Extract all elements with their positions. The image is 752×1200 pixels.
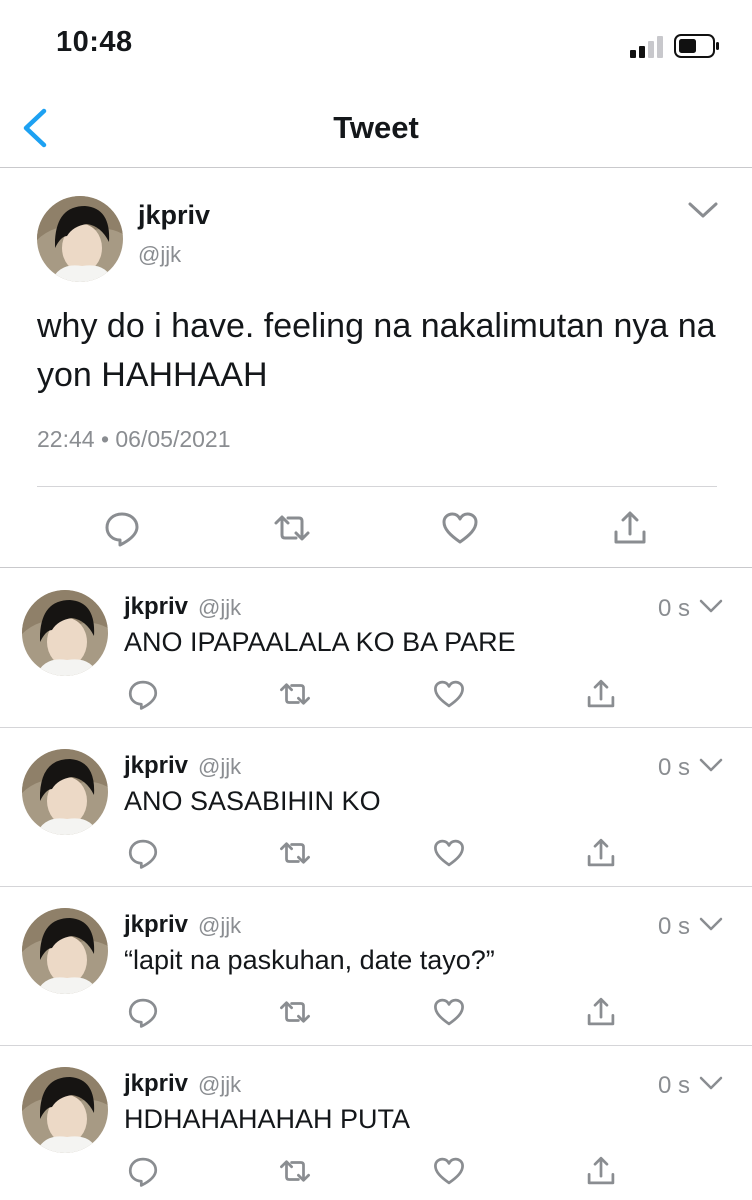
reply-tweet[interactable]: jkpriv @jjk 0 s ANO SASABIHIN KO [0, 728, 752, 887]
status-time: 10:48 [56, 26, 133, 58]
user-handle[interactable]: @jjk [198, 1072, 241, 1098]
chevron-down-icon[interactable] [698, 756, 724, 774]
like-icon [434, 998, 464, 1026]
user-handle[interactable]: @jjk [138, 242, 181, 268]
retweet-button[interactable] [272, 508, 312, 548]
share-icon [587, 1156, 615, 1185]
reply-icon [105, 512, 139, 547]
retweet-icon [280, 842, 310, 864]
reply-button[interactable] [126, 677, 160, 711]
display-name[interactable]: jkpriv [124, 1070, 188, 1098]
reply-button[interactable] [126, 836, 160, 870]
tweet-actions [0, 677, 752, 711]
like-icon [434, 839, 464, 867]
reply-icon [128, 839, 158, 869]
like-button[interactable] [432, 995, 466, 1029]
retweet-button[interactable] [278, 1154, 312, 1188]
display-name[interactable]: jkpriv [124, 752, 188, 780]
reply-icon [128, 998, 158, 1028]
reply-time: 0 s [658, 595, 691, 622]
chevron-down-icon[interactable] [698, 1074, 724, 1092]
like-button[interactable] [440, 508, 480, 548]
tweet-actions [0, 1154, 752, 1188]
tweet-text: ANO IPAPAALALA KO BA PARE [124, 627, 516, 657]
like-button[interactable] [432, 677, 466, 711]
tweet-text: “lapit na paskuhan, date tayo?” [124, 945, 495, 975]
reply-icon [128, 1157, 158, 1187]
reply-button[interactable] [126, 995, 160, 1029]
display-name[interactable]: jkpriv [124, 593, 188, 621]
share-button[interactable] [584, 677, 618, 711]
main-tweet: jkpriv @jjk why do i have. feeling na na… [0, 168, 752, 568]
signal-icon [630, 36, 663, 58]
reply-time: 0 s [658, 913, 691, 940]
battery-icon [674, 34, 719, 58]
share-button[interactable] [584, 836, 618, 870]
chevron-down-icon[interactable] [686, 198, 720, 222]
like-icon [434, 1157, 464, 1185]
status-bar: 10:48 [0, 0, 752, 88]
retweet-button[interactable] [278, 836, 312, 870]
tweet-timestamp: 22:44 • 06/05/2021 [37, 426, 231, 452]
avatar[interactable] [22, 749, 108, 835]
user-handle[interactable]: @jjk [198, 913, 241, 939]
reply-time: 0 s [658, 1072, 691, 1099]
share-button[interactable] [584, 1154, 618, 1188]
reply-button[interactable] [102, 508, 142, 548]
retweet-icon [280, 1001, 310, 1023]
display-name[interactable]: jkpriv [124, 911, 188, 939]
like-icon [442, 512, 478, 544]
tweet-actions [0, 995, 752, 1029]
chevron-down-icon[interactable] [698, 597, 724, 615]
reply-icon [128, 680, 158, 710]
share-icon [587, 997, 615, 1026]
retweet-button[interactable] [278, 995, 312, 1029]
like-icon [434, 680, 464, 708]
share-button[interactable] [610, 508, 650, 548]
user-handle[interactable]: @jjk [198, 595, 241, 621]
reply-tweet[interactable]: jkpriv @jjk 0 s ANO IPAPAALALA KO BA PAR… [0, 569, 752, 728]
tweet-actions [0, 508, 752, 548]
share-button[interactable] [584, 995, 618, 1029]
like-button[interactable] [432, 836, 466, 870]
tweet-text: HDHAHAHAHAH PUTA [124, 1104, 411, 1134]
page-title: Tweet [333, 110, 419, 145]
reply-button[interactable] [126, 1154, 160, 1188]
avatar[interactable] [22, 1067, 108, 1153]
user-handle[interactable]: @jjk [198, 754, 241, 780]
share-icon [587, 838, 615, 867]
divider [37, 486, 717, 487]
tweet-actions [0, 836, 752, 870]
avatar[interactable] [22, 590, 108, 676]
display-name[interactable]: jkpriv [138, 200, 210, 231]
reply-tweet[interactable]: jkpriv @jjk 0 s HDHAHAHAHAH PUTA [0, 1046, 752, 1200]
tweet-text: ANO SASABIHIN KO [124, 786, 381, 816]
reply-time: 0 s [658, 754, 691, 781]
reply-tweet[interactable]: jkpriv @jjk 0 s “lapit na paskuhan, date… [0, 887, 752, 1046]
avatar[interactable] [37, 196, 123, 282]
avatar[interactable] [22, 908, 108, 994]
retweet-icon [274, 515, 310, 541]
nav-bar: Tweet [0, 88, 752, 168]
chevron-down-icon[interactable] [698, 915, 724, 933]
share-icon [587, 679, 615, 708]
tweet-text: why do i have. feeling na nakalimutan ny… [37, 307, 716, 394]
retweet-icon [280, 1160, 310, 1182]
retweet-button[interactable] [278, 677, 312, 711]
like-button[interactable] [432, 1154, 466, 1188]
share-icon [614, 511, 646, 544]
retweet-icon [280, 683, 310, 705]
